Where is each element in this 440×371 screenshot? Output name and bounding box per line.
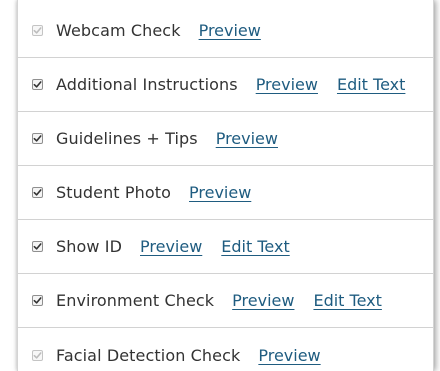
setting-label: Webcam Check <box>56 21 181 40</box>
setting-label: Environment Check <box>56 291 215 310</box>
setting-label: Show ID <box>56 237 122 256</box>
setting-row-environment-check: Environment Check Preview Edit Text <box>18 274 433 328</box>
preview-link[interactable]: Preview <box>199 21 261 40</box>
checkbox-checked-icon <box>33 27 42 34</box>
preview-link[interactable]: Preview <box>189 183 251 202</box>
preview-link[interactable]: Preview <box>258 346 320 365</box>
checkbox-additional-instructions[interactable] <box>32 79 43 90</box>
checkbox-show-id[interactable] <box>32 241 43 252</box>
setting-row-show-id: Show ID Preview Edit Text <box>18 220 433 274</box>
edit-text-link[interactable]: Edit Text <box>221 237 289 256</box>
preview-link[interactable]: Preview <box>256 75 318 94</box>
checkbox-checked-icon <box>33 243 42 250</box>
setting-label: Facial Detection Check <box>56 345 241 365</box>
preview-link[interactable]: Preview <box>216 129 278 148</box>
edit-text-link[interactable]: Edit Text <box>337 75 405 94</box>
checkbox-facial-detection-check[interactable] <box>32 349 43 361</box>
setting-row-additional-instructions: Additional Instructions Preview Edit Tex… <box>18 58 433 112</box>
checkbox-checked-icon <box>33 81 42 88</box>
setting-label: Additional Instructions <box>56 75 238 94</box>
setting-row-facial-detection-check: Facial Detection Check Preview <box>18 328 433 371</box>
setting-row-webcam-check: Webcam Check Preview <box>18 4 433 58</box>
preview-link[interactable]: Preview <box>232 291 294 310</box>
setting-row-guidelines-tips: Guidelines + Tips Preview <box>18 112 433 166</box>
preview-link[interactable]: Preview <box>140 237 202 256</box>
checkbox-checked-icon <box>33 189 42 196</box>
checkbox-student-photo[interactable] <box>32 187 43 198</box>
checkbox-guidelines-tips[interactable] <box>32 133 43 144</box>
setting-label: Guidelines + Tips <box>56 129 198 148</box>
checkbox-webcam-check[interactable] <box>32 25 43 36</box>
checkbox-checked-icon <box>33 297 42 304</box>
checkbox-checked-icon <box>33 351 42 359</box>
setting-row-student-photo: Student Photo Preview <box>18 166 433 220</box>
edit-text-link[interactable]: Edit Text <box>313 291 381 310</box>
checkbox-checked-icon <box>33 135 42 142</box>
setting-label: Student Photo <box>56 183 172 202</box>
checkbox-environment-check[interactable] <box>32 295 43 306</box>
settings-panel: Webcam Check Preview Additional Instruct… <box>17 0 434 371</box>
